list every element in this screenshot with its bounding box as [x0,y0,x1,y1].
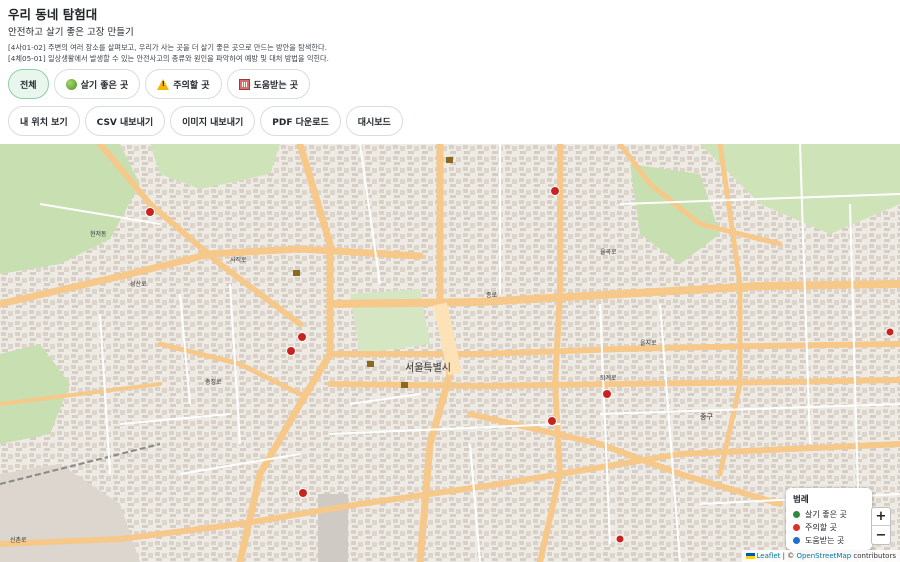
filter-label: 전체 [20,80,37,91]
legend-label: 살기 좋은 곳 [805,510,847,519]
leaflet-link[interactable]: Leaflet [757,552,781,560]
map-label-yulgok: 율곡로 [600,249,617,256]
map-tiles: 서울특별시 종로 을지로 퇴계로 사직로 충정로 신촌로 성산로 현저동 중구 … [0,144,900,562]
legend-item: 도움받는 곳 [793,534,865,547]
zoom-out-button[interactable]: − [872,526,890,544]
page-title: 우리 동네 탐험대 [8,7,98,22]
csv-export-button[interactable]: CSV 내보내기 [84,106,166,136]
map-label-seongsan: 성산로 [130,280,147,288]
attribution-separator: | © [782,552,795,560]
map-label-hyeonjeo: 현저동 [90,230,107,238]
filter-all-button[interactable]: 전체 [8,69,49,99]
dashboard-button[interactable]: 대시보드 [345,106,403,136]
filter-label: 도움받는 곳 [253,80,299,91]
zoom-in-button[interactable]: + [872,508,890,526]
map-label-euljiro: 을지로 [640,339,657,347]
filter-caution-places-button[interactable]: 주의할 곳 [145,69,222,99]
building-icon [238,78,250,90]
my-location-button[interactable]: 내 위치 보기 [8,106,80,136]
attribution-suffix: contributors [853,552,896,560]
legend-dot-green [793,511,800,518]
legend-item: 주의할 곳 [793,521,865,534]
map-label-junggu: 중구 [700,413,713,421]
map-label-sajik: 사직로 [230,256,247,264]
page-subtitle: 안전하고 살기 좋은 고장 만들기 [8,27,134,38]
map-view[interactable]: 서울특별시 종로 을지로 퇴계로 사직로 충정로 신촌로 성산로 현저동 중구 … [0,144,900,562]
filter-label: 살기 좋은 곳 [80,80,129,91]
pdf-download-button[interactable]: PDF 다운로드 [260,106,341,136]
filter-help-places-button[interactable]: 도움받는 곳 [226,69,311,99]
green-apple-icon [65,78,77,90]
osm-link[interactable]: OpenStreetMap [796,552,851,560]
map-label-toegye: 퇴계로 [600,374,617,382]
map-attribution: Leaflet | © OpenStreetMap contributors [741,550,900,562]
filter-good-places-button[interactable]: 살기 좋은 곳 [53,69,141,99]
map-legend: 범례 살기 좋은 곳 주의할 곳 도움받는 곳 [786,488,872,550]
filter-label: 주의할 곳 [173,80,210,91]
warning-icon [157,78,170,90]
zoom-control: + − [871,507,891,545]
map-label-jongno: 종로 [486,292,498,299]
map-label-chungjeong: 충정로 [205,378,222,386]
image-export-button[interactable]: 이미지 내보내기 [170,106,256,136]
filter-bar: 전체 살기 좋은 곳 주의할 곳 도움받는 곳 [8,69,311,99]
map-label-sinchon: 신촌로 [10,536,27,544]
legend-label: 도움받는 곳 [805,536,845,545]
ukraine-flag-icon [745,553,755,559]
legend-dot-blue [793,537,800,544]
curriculum-standard: [4사01-02] 주변의 여러 장소를 살펴보고, 우리가 사는 곳을 더 살… [8,43,327,52]
legend-title: 범례 [793,495,809,505]
action-bar: 내 위치 보기 CSV 내보내기 이미지 내보내기 PDF 다운로드 대시보드 [8,106,403,136]
legend-label: 주의할 곳 [805,523,837,532]
curriculum-standard: [4체05-01] 일상생활에서 발생할 수 있는 안전사고의 종류와 원인을 … [8,54,329,63]
legend-item: 살기 좋은 곳 [793,508,865,521]
legend-dot-red [793,524,800,531]
map-label-city-hall: 서울특별시 [405,362,451,374]
